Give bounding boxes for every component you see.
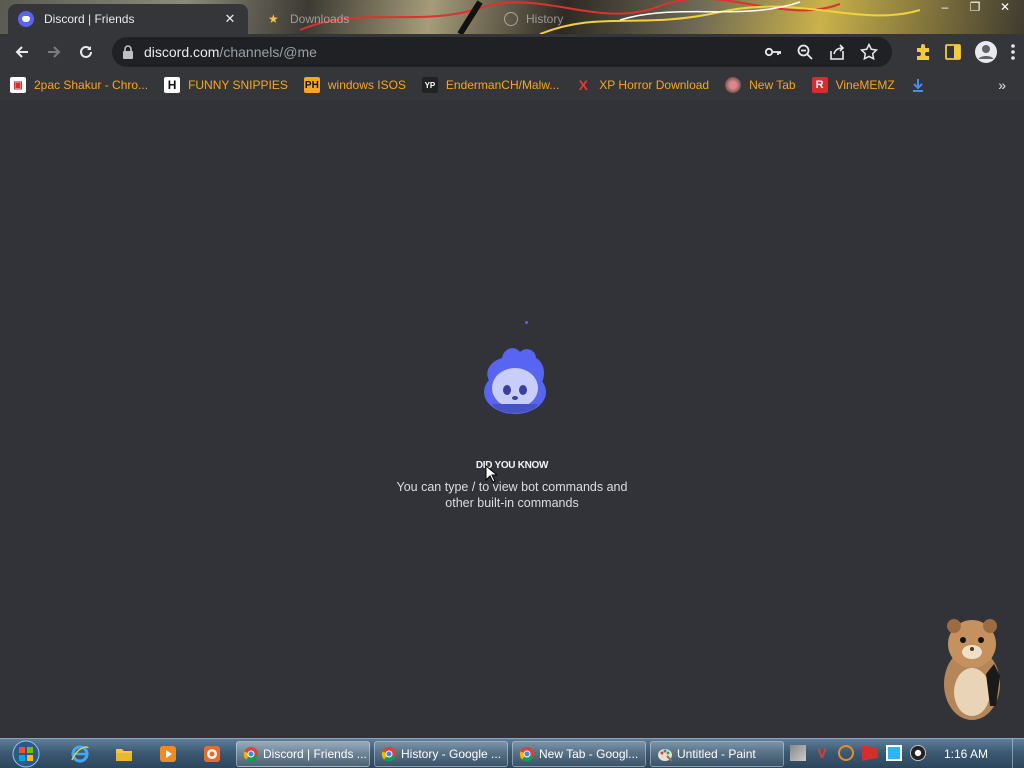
hamster-desktop-pet-icon — [944, 619, 1000, 720]
bookmark-label: EndermanCH/Malw... — [445, 78, 560, 92]
chrome-icon — [243, 747, 258, 762]
ph-icon: PH — [303, 77, 320, 93]
taskbar-newtab-chrome[interactable]: New Tab - Googl... — [512, 741, 646, 767]
bookmark-label: New Tab — [749, 78, 796, 92]
back-button[interactable] — [6, 36, 38, 68]
bookmark-label: XP Horror Download — [599, 78, 710, 92]
tab-strip: Discord | Friends ✕ ★ Downloads History … — [0, 0, 1024, 34]
tray-v-icon[interactable]: V — [814, 745, 830, 761]
window-controls: – ❐ ✕ — [936, 0, 1014, 14]
tab-title: Downloads — [290, 12, 350, 26]
arrow-right-icon — [48, 46, 61, 58]
maximize-button[interactable]: ❐ — [966, 0, 984, 14]
tray-volume-icon[interactable] — [910, 745, 926, 761]
globe-icon — [725, 77, 742, 93]
tab-title: History — [526, 12, 564, 26]
bookmark-label: windows ISOS — [327, 78, 406, 92]
bookmark-label: VineMEMZ — [835, 78, 895, 92]
media-player-icon[interactable] — [158, 744, 178, 764]
url-domain: discord.com — [144, 44, 220, 60]
key-icon[interactable] — [764, 43, 782, 61]
bookmarks-overflow-button[interactable]: » — [998, 77, 1006, 93]
internet-explorer-icon[interactable] — [70, 744, 90, 764]
task-label: History - Google ... — [401, 747, 502, 761]
taskbar-discord-chrome[interactable]: Discord | Friends ... — [236, 741, 370, 767]
star-icon: ★ — [268, 12, 279, 26]
bookmarks-bar: ▣ 2pac Shakur - Chro... H FUNNY SNIPPIES… — [0, 70, 1024, 100]
reload-button[interactable] — [70, 36, 102, 68]
r-icon: R — [811, 77, 828, 93]
tab-discord-friends[interactable]: Discord | Friends ✕ — [8, 4, 248, 34]
taskbar-history-chrome[interactable]: History - Google ... — [374, 741, 508, 767]
bookmark-label: FUNNY SNIPPIES — [188, 78, 288, 92]
discord-mascot-icon — [484, 348, 546, 414]
x-icon: X — [578, 77, 588, 93]
explorer-folder-icon[interactable] — [114, 744, 134, 764]
mouse-cursor-icon — [485, 465, 497, 483]
bookmark-funny-snippies[interactable]: H FUNNY SNIPPIES — [164, 77, 288, 93]
profile-avatar-icon[interactable] — [974, 40, 998, 64]
tray-app-icon[interactable] — [790, 745, 806, 761]
paint-icon — [658, 749, 673, 762]
omnibox-actions — [764, 43, 878, 61]
minimize-button[interactable]: – — [936, 0, 954, 14]
taskbar-paint[interactable]: Untitled - Paint — [650, 741, 784, 767]
browser-toolbar: discord.com/channels/@me — [0, 34, 1024, 70]
share-icon[interactable] — [828, 43, 846, 61]
task-label: Untitled - Paint — [677, 747, 756, 761]
download-arrow-icon — [912, 79, 923, 92]
system-tray: V — [790, 745, 926, 761]
app-quicklaunch-icon[interactable] — [202, 744, 222, 764]
taskbar-clock[interactable]: 1:16 AM — [944, 747, 988, 761]
did-you-know-title: DID YOU KNOW — [475, 460, 549, 471]
tab-close-icon[interactable]: ✕ — [222, 11, 238, 27]
bookmark-label: 2pac Shakur - Chro... — [34, 78, 149, 92]
bookmark-windows-isos[interactable]: PH windows ISOS — [303, 77, 406, 93]
forward-button[interactable] — [38, 36, 70, 68]
bookmark-download[interactable] — [911, 78, 925, 92]
zoom-icon[interactable] — [796, 43, 814, 61]
discord-loading-screen: DID YOU KNOW You can type / to view bot … — [0, 100, 1024, 738]
bookmark-new-tab[interactable]: New Tab — [725, 77, 796, 93]
tray-search-icon[interactable] — [838, 745, 854, 761]
bookmark-xp-horror[interactable]: X XP Horror Download — [575, 77, 710, 93]
arrow-left-icon — [15, 46, 28, 58]
bookmark-vinememz[interactable]: R VineMEMZ — [811, 77, 895, 93]
star-bookmark-icon[interactable] — [860, 43, 878, 61]
tab-downloads[interactable]: ★ Downloads — [258, 4, 478, 34]
loading-dot — [525, 321, 528, 324]
start-orb-icon[interactable] — [6, 739, 46, 768]
extension-area — [914, 40, 1016, 64]
show-desktop-button[interactable] — [1012, 739, 1024, 768]
yp-icon: YP — [421, 77, 438, 93]
tab-title: Discord | Friends — [44, 12, 135, 26]
gift-icon: ▣ — [10, 77, 26, 93]
reload-icon — [80, 45, 92, 58]
close-window-button[interactable]: ✕ — [996, 0, 1014, 14]
lock-icon — [123, 45, 133, 59]
chrome-icon — [519, 747, 534, 762]
chrome-icon — [381, 747, 396, 762]
address-bar[interactable]: discord.com/channels/@me — [112, 37, 892, 67]
did-you-know-text: You can type / to view bot commands and … — [396, 480, 628, 510]
puzzle-extensions-icon[interactable] — [914, 43, 932, 61]
tray-monitor-icon[interactable] — [886, 745, 902, 761]
tray-flag-icon[interactable] — [862, 745, 878, 761]
windows-taskbar: Discord | Friends ... History - Google .… — [0, 738, 1024, 768]
history-icon — [504, 12, 518, 26]
task-label: Discord | Friends ... — [263, 747, 367, 761]
tab-history[interactable]: History — [494, 4, 714, 34]
task-label: New Tab - Googl... — [539, 747, 639, 761]
discord-favicon-icon — [18, 11, 34, 27]
side-panel-icon[interactable] — [944, 43, 962, 61]
h-icon: H — [164, 77, 181, 93]
kebab-menu-icon[interactable] — [1010, 43, 1016, 61]
bookmark-2pac[interactable]: ▣ 2pac Shakur - Chro... — [10, 77, 148, 93]
url-path: /channels/@me — [219, 44, 317, 60]
bookmark-endermanch[interactable]: YP EndermanCH/Malw... — [421, 77, 560, 93]
